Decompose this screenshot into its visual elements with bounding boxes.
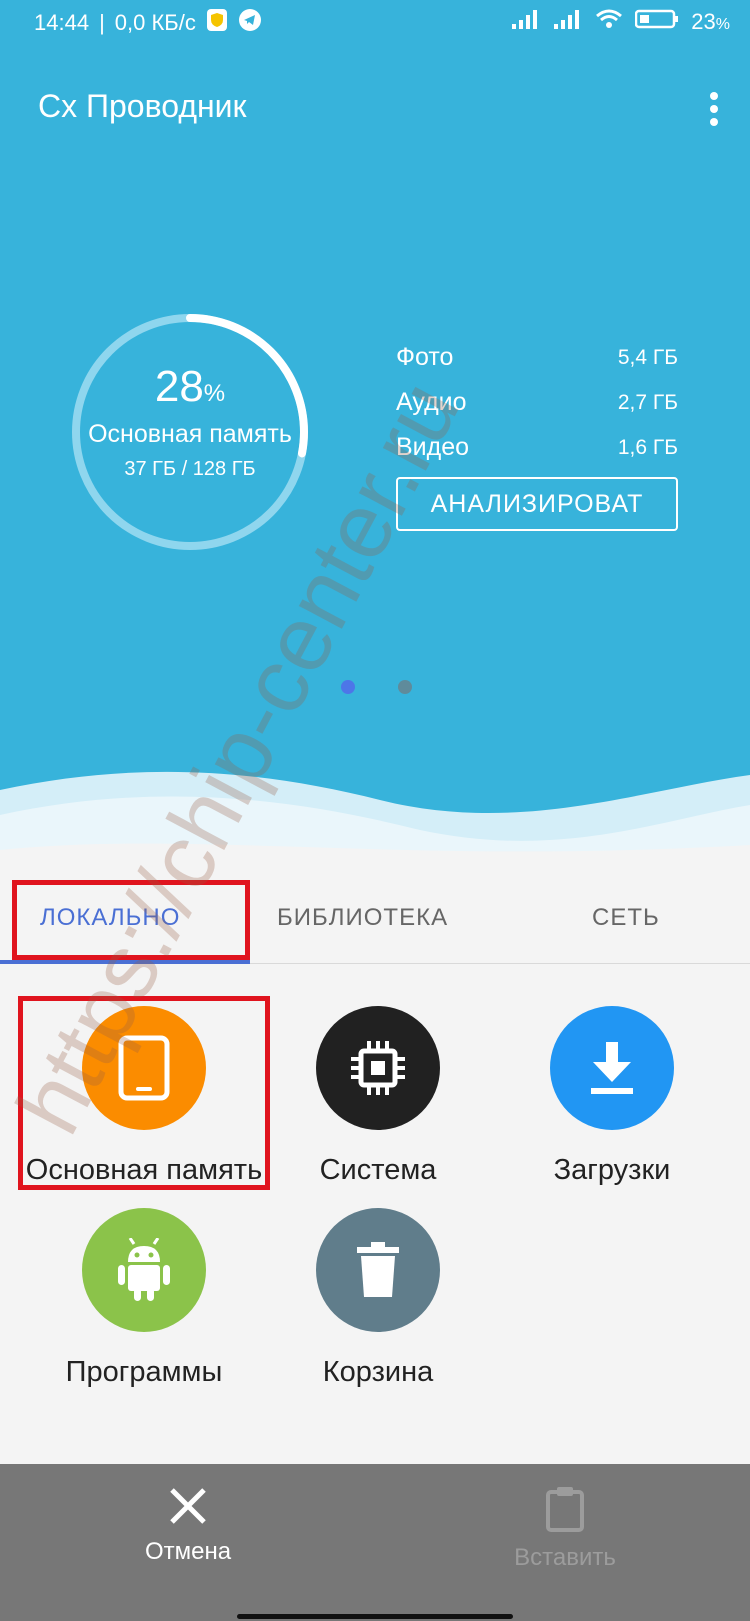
storage-header: 14:44 | 0,0 КБ/с 23% Cx Проводник 28% Ос… [0, 0, 750, 880]
category-size: 1,6 ГБ [617, 435, 678, 459]
apps-circle [82, 1208, 206, 1332]
paste-button[interactable]: Вставить [465, 1486, 665, 1572]
chip-icon [351, 1041, 405, 1095]
wifi-icon [595, 8, 623, 36]
download-icon [591, 1042, 633, 1094]
analyze-button[interactable]: АНАЛИЗИРОВАТ [396, 477, 678, 531]
status-time: 14:44 [34, 10, 90, 35]
grid-label: Загрузки [553, 1154, 671, 1186]
category-size: 5,4 ГБ [617, 345, 678, 369]
app-title: Cx Проводник [38, 88, 247, 124]
storage-percent: 28% [154, 362, 226, 411]
storage-categories: Фото 5,4 ГБ Аудио 2,7 ГБ Видео 1,6 ГБ [396, 335, 678, 470]
android-icon [118, 1238, 170, 1301]
category-name: Видео [396, 433, 470, 461]
category-row-audio: Аудио 2,7 ГБ [396, 380, 678, 425]
category-row-photo: Фото 5,4 ГБ [396, 335, 678, 380]
category-name: Аудио [396, 388, 467, 416]
status-bar: 14:44 | 0,0 КБ/с 23% [0, 0, 750, 44]
grid-item-trash[interactable]: Корзина [258, 1208, 498, 1389]
more-options-icon[interactable] [708, 92, 720, 126]
storage-label: Основная память [88, 420, 292, 448]
trash-icon [357, 1242, 399, 1297]
clipboard-icon [546, 1487, 584, 1532]
grid-item-apps[interactable]: Программы [24, 1208, 264, 1389]
status-separator: | [99, 10, 105, 35]
highlight-box-item [18, 996, 270, 1190]
paste-label: Вставить [514, 1544, 616, 1571]
storage-usage-summary: 28% Основная память 37 ГБ / 128 ГБ [70, 312, 310, 552]
tab-network[interactable]: СЕТЬ [592, 904, 660, 932]
page-dot[interactable] [398, 680, 412, 694]
active-tab-indicator [0, 960, 250, 964]
status-network-speed: 0,0 КБ/с [114, 10, 196, 35]
tab-library[interactable]: БИБЛИОТЕКА [277, 904, 448, 932]
storage-size: 37 ГБ / 128 ГБ [124, 458, 256, 480]
grid-item-system[interactable]: Система [258, 1006, 498, 1187]
highlight-box-tab [12, 880, 250, 960]
battery-percent: 23% [691, 9, 730, 34]
shield-notification-icon [206, 8, 228, 38]
close-icon [170, 1488, 206, 1524]
battery-icon [635, 8, 679, 36]
trash-circle [316, 1208, 440, 1332]
page-dot-active[interactable] [341, 680, 355, 694]
system-circle [316, 1006, 440, 1130]
grid-label: Система [319, 1154, 437, 1186]
category-size: 2,7 ГБ [617, 390, 678, 414]
cancel-label: Отмена [144, 1538, 232, 1565]
category-row-video: Видео 1,6 ГБ [396, 425, 678, 470]
bottom-action-bar: Отмена Вставить [0, 1464, 750, 1621]
signal-icon-2 [553, 8, 583, 36]
category-name: Фото [396, 343, 454, 371]
grid-label: Корзина [322, 1356, 434, 1388]
downloads-circle [550, 1006, 674, 1130]
home-indicator [237, 1614, 513, 1619]
grid-item-downloads[interactable]: Загрузки [492, 1006, 732, 1187]
signal-icon [511, 8, 541, 36]
grid-label: Программы [65, 1356, 223, 1388]
telegram-notification-icon [238, 8, 262, 38]
wave-decoration [0, 771, 750, 880]
cancel-button[interactable]: Отмена [88, 1486, 288, 1566]
